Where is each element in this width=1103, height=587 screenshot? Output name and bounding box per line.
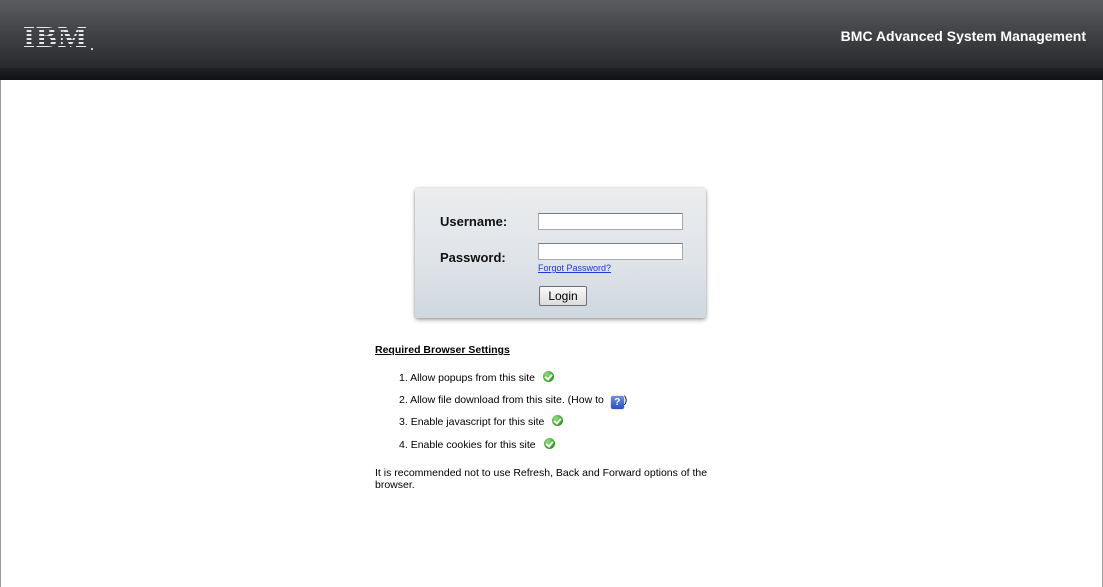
check-icon <box>542 371 554 382</box>
forgot-password-link[interactable]: Forgot Password? <box>538 263 611 273</box>
password-input[interactable] <box>538 243 683 260</box>
browser-settings: Required Browser Settings 1. Allow popup… <box>375 344 735 491</box>
browser-note: It is recommended not to use Refresh, Ba… <box>375 467 708 491</box>
list-item: 3. Enable javascript for this site <box>399 415 564 428</box>
app-title: BMC Advanced System Management <box>840 28 1086 44</box>
list-item: 1. Allow popups from this site <box>399 371 554 384</box>
settings-title: Required Browser Settings <box>375 344 510 356</box>
list-item: 2. Allow file download from this site. (… <box>399 394 628 409</box>
header-bar: IBM BMC Advanced System Management <box>0 0 1103 80</box>
list-item: 4. Enable cookies for this site <box>399 438 555 451</box>
help-icon[interactable]: ? <box>610 396 624 409</box>
username-input[interactable] <box>538 213 683 230</box>
password-label: Password: <box>440 250 506 265</box>
check-icon <box>543 438 555 449</box>
login-button[interactable]: Login <box>539 286 587 306</box>
username-label: Username: <box>440 214 508 229</box>
login-panel: Username: Password: Forgot Password? Log… <box>415 188 706 318</box>
ibm-logo: IBM <box>23 21 93 52</box>
check-icon <box>552 415 564 426</box>
